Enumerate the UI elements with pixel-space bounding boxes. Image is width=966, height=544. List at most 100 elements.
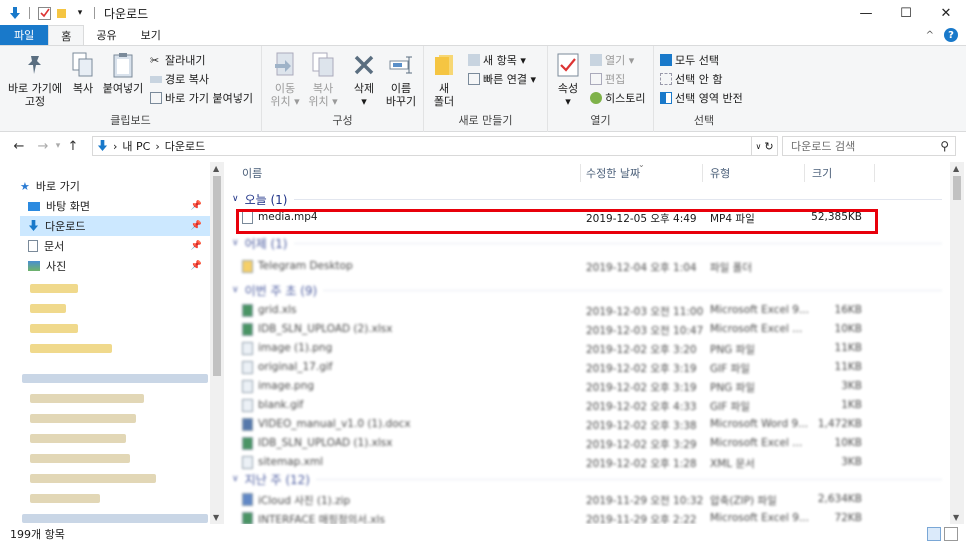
search-placeholder: 다운로드 검색	[791, 140, 856, 153]
maximize-button[interactable]: ☐	[886, 0, 926, 26]
properties-icon[interactable]	[37, 6, 51, 20]
file-row[interactable]: blank.gif 2019-12-02 오후 4:33 GIF 파일 1KB	[240, 396, 870, 415]
minimize-button[interactable]: —	[846, 0, 886, 26]
nav-quick-access[interactable]: ★ 바로 가기	[20, 176, 210, 196]
cut-button[interactable]: ✂ 잘라내기	[150, 52, 205, 68]
breadcrumb-this-pc[interactable]: 내 PC	[122, 138, 150, 154]
tab-view[interactable]: 보기	[129, 25, 173, 45]
select-all-button[interactable]: 모두 선택	[660, 52, 719, 68]
new-folder-icon[interactable]	[55, 6, 69, 20]
file-row[interactable]: iCloud 사진 (1).zip 2019-11-29 오전 10:32 압축(Z…	[240, 490, 870, 509]
group-header-today[interactable]: ∨ 오늘 (1)	[232, 190, 942, 208]
large-icons-view-icon[interactable]	[944, 527, 958, 541]
file-size: 3KB	[841, 456, 862, 468]
file-row[interactable]: IDB_SLN_UPLOAD (2).xlsx 2019-12-03 오전 10:…	[240, 320, 870, 339]
file-row[interactable]: image (1).png 2019-12-02 오후 3:20 PNG 파일 11K…	[240, 339, 870, 358]
blurred-folder	[30, 474, 156, 483]
new-item-icon	[468, 54, 480, 66]
column-divider[interactable]	[874, 164, 875, 182]
help-icon[interactable]: ?	[944, 28, 958, 42]
file-name: sitemap.xml	[258, 456, 323, 468]
nav-item-pictures[interactable]: 사진 📌	[28, 256, 210, 276]
pin-to-quick-access-button[interactable]: 바로 가기에 고정	[6, 52, 64, 108]
file-row[interactable]: IDB_SLN_UPLOAD (1).xlsx 2019-12-02 오후 3:2…	[240, 434, 870, 453]
scroll-up-icon[interactable]: ▲	[953, 164, 959, 173]
open-button[interactable]: 열기 ▾	[590, 52, 634, 68]
tab-home[interactable]: 홈	[48, 25, 85, 45]
properties-button[interactable]: 속성 ▾	[554, 52, 582, 108]
nav-item-desktop[interactable]: 바탕 화면 📌	[28, 196, 210, 216]
up-arrow-icon[interactable]: ↑	[64, 139, 82, 154]
open-icon	[590, 54, 602, 66]
column-header-date[interactable]: 수정한 날짜	[586, 162, 640, 184]
paste-button[interactable]: 붙여넣기	[102, 52, 144, 95]
column-header-type[interactable]: 유형	[710, 162, 730, 184]
invert-selection-button[interactable]: 선택 영역 반전	[660, 90, 743, 106]
ribbon: 바로 가기에 고정 복사 붙여넣기 ✂ 잘라내기 경로 복사 바로 가기 붙여넣…	[0, 46, 966, 132]
file-row[interactable]: image.png 2019-12-02 오후 3:19 PNG 파일 3KB	[240, 377, 870, 396]
group-header-this-week[interactable]: ∨ 이번 주 초 (9)	[232, 281, 942, 299]
back-arrow-icon[interactable]: ←	[10, 139, 28, 154]
details-view-icon[interactable]	[927, 527, 941, 541]
file-row[interactable]: Telegram Desktop 2019-12-04 오후 1:04 파일 폴더	[240, 257, 870, 276]
file-size: 3KB	[841, 380, 862, 392]
file-type: PNG 파일	[710, 344, 755, 356]
nav-scroll-thumb[interactable]	[213, 176, 221, 376]
download-arrow-icon[interactable]	[8, 6, 22, 20]
scroll-up-icon[interactable]: ▲	[213, 164, 219, 173]
address-bar[interactable]: › 내 PC › 다운로드	[92, 136, 752, 156]
recent-locations-icon[interactable]: ▾	[52, 141, 64, 151]
file-list-scrollbar[interactable]: ▲ ▼	[950, 162, 964, 524]
collapse-ribbon-icon[interactable]: ^	[926, 30, 934, 41]
scroll-down-icon[interactable]: ▼	[213, 513, 219, 522]
pin-icon[interactable]: 📌	[191, 261, 202, 271]
file-date: 2019-11-29 오후 2:22	[586, 514, 697, 524]
file-name: VIDEO_manual_v1.0 (1).docx	[258, 418, 411, 430]
group-header-last-week[interactable]: ∨ 지난 주 (12)	[232, 470, 942, 488]
forward-arrow-icon[interactable]: →	[34, 139, 52, 154]
delete-button[interactable]: 삭제 ▾	[348, 52, 380, 108]
easy-access-button[interactable]: 빠른 연결 ▾	[468, 71, 536, 87]
close-button[interactable]: ✕	[926, 0, 966, 26]
rename-button[interactable]: 이름 바꾸기	[384, 52, 418, 108]
nav-item-documents[interactable]: 문서 📌	[28, 236, 210, 256]
organize-group: 이동 위치 ▾ 복사 위치 ▾ 삭제 ▾ 이름 바꾸기 구성	[262, 46, 424, 132]
tab-file[interactable]: 파일	[0, 25, 49, 45]
nav-item-downloads[interactable]: 다운로드 📌	[20, 216, 210, 236]
file-type-icon	[242, 418, 253, 431]
scroll-down-icon[interactable]: ▼	[953, 513, 959, 522]
file-row[interactable]: original_17.gif 2019-12-02 오후 3:19 GIF 파일 1…	[240, 358, 870, 377]
new-folder-button[interactable]: 새 폴더	[430, 52, 458, 108]
new-item-button[interactable]: 새 항목 ▾	[468, 52, 526, 68]
file-date: 2019-12-02 오후 3:19	[586, 382, 697, 394]
copy-button[interactable]: 복사	[66, 52, 100, 95]
search-icon[interactable]: ⚲	[940, 139, 949, 153]
file-name: blank.gif	[258, 399, 304, 411]
nav-scrollbar[interactable]: ▲ ▼	[210, 162, 224, 524]
breadcrumb-downloads[interactable]: 다운로드	[165, 138, 205, 154]
refresh-button[interactable]: ∨ ↻	[752, 136, 778, 156]
pin-icon[interactable]: 📌	[191, 241, 202, 251]
column-divider[interactable]	[702, 164, 703, 182]
copy-path-button[interactable]: 경로 복사	[150, 71, 209, 87]
file-row[interactable]: VIDEO_manual_v1.0 (1).docx 2019-12-02 오후 …	[240, 415, 870, 434]
column-header-size[interactable]: 크기	[812, 162, 832, 184]
column-divider[interactable]	[804, 164, 805, 182]
select-none-button[interactable]: 선택 안 함	[660, 71, 722, 87]
copy-to-button[interactable]: 복사 위치 ▾	[306, 52, 340, 108]
move-to-button[interactable]: 이동 위치 ▾	[268, 52, 302, 108]
history-button[interactable]: 히스토리	[590, 90, 645, 106]
edit-button[interactable]: 편집	[590, 71, 625, 87]
paste-shortcut-button[interactable]: 바로 가기 붙여넣기	[150, 90, 253, 106]
pin-icon[interactable]: 📌	[191, 201, 202, 211]
file-scroll-thumb[interactable]	[953, 176, 961, 200]
pin-icon[interactable]: 📌	[191, 221, 202, 231]
file-row[interactable]: INTERFACE 매핑정의서.xls 2019-11-29 오후 2:22 Mic…	[240, 509, 870, 524]
file-row[interactable]: grid.xls 2019-12-03 오전 11:00 Microsoft Exc…	[240, 301, 870, 320]
column-header-name[interactable]: 이름	[242, 162, 262, 184]
tab-share[interactable]: 공유	[84, 25, 128, 45]
group-header-yesterday[interactable]: ∨ 어제 (1)	[232, 234, 942, 252]
search-input[interactable]: 다운로드 검색 ⚲	[782, 136, 956, 156]
chevron-down-icon[interactable]: ▾	[73, 6, 87, 20]
column-divider[interactable]	[580, 164, 581, 182]
